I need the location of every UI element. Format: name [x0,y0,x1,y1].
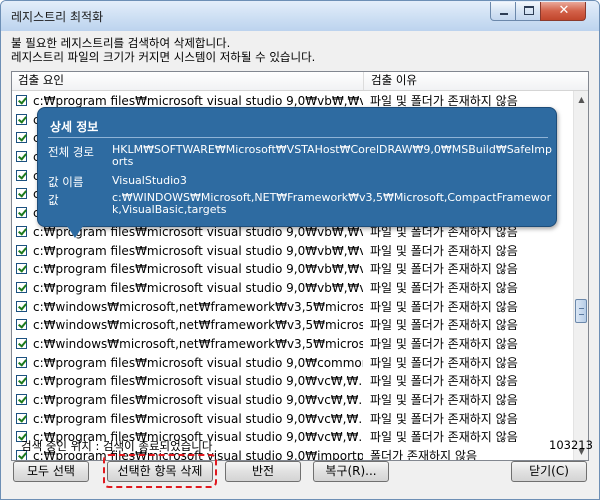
table-row[interactable]: c:₩windows₩microsoft,net₩framework₩v3,5₩… [12,335,573,354]
row-checkbox[interactable] [16,394,27,405]
tooltip-value-name: VisualStudio3 [112,174,187,187]
title-bar[interactable]: 레지스트리 최적화 ✕ [1,1,599,31]
invert-selection-button[interactable]: 반전 [225,461,301,482]
table-row[interactable]: c:₩program files₩microsoft visual studio… [12,372,573,391]
row-checkbox[interactable] [16,225,27,237]
row-reason: 파일 및 폴더가 존재하지 않음 [370,299,518,314]
row-checkbox[interactable] [16,151,27,163]
row-reason: 파일 및 폴더가 존재하지 않음 [370,374,518,389]
tooltip-full-path-label: 전체 경로 [48,145,94,159]
row-checkbox[interactable] [16,375,27,387]
row-checkbox[interactable] [16,169,27,181]
row-checkbox[interactable] [16,281,27,293]
list-header: 검출 요인 검출 이유 [12,72,588,91]
row-reason: 파일 및 폴더가 존재하지 않음 [370,430,518,445]
close-button[interactable]: 닫기(C) [511,461,587,482]
row-detected-path: c:₩program files₩microsoft visual studio… [33,243,363,258]
tooltip-value: c:₩WINDOWS₩Microsoft,NET₩Framework₩v3,5₩… [112,191,552,216]
scroll-up-arrow-icon[interactable]: ▲ [574,91,588,108]
tooltip-pointer [67,226,83,238]
table-row[interactable]: c:₩windows₩microsoft,net₩framework₩v3,5₩… [12,298,573,317]
table-row[interactable]: c:₩program files₩microsoft visual studio… [12,260,573,279]
row-checkbox[interactable] [16,300,27,312]
table-row[interactable]: c:₩windows₩microsoft,net₩framework₩v3,5₩… [12,316,573,335]
details-tooltip: 상세 정보 전체 경로 HKLM₩SOFTWARE₩Microsoft₩VSTA… [37,107,557,227]
tooltip-title: 상세 정보 [50,120,99,134]
row-reason: 파일 및 폴더가 존재하지 않음 [370,393,518,407]
row-reason: 파일 및 폴더가 존재하지 않음 [370,355,518,370]
table-row[interactable]: c:₩program files₩microsoft visual studio… [12,391,573,410]
description-line-2: 레지스트리 파일의 크기가 커지면 시스템이 저하될 수 있습니다. [11,50,316,64]
row-checkbox[interactable] [16,95,27,106]
row-detected-path: c:₩program files₩microsoft visual studio… [33,374,363,389]
dialog-body: 불 필요한 레지스트리를 검색하여 삭제합니다. 레지스트리 파일의 크기가 커… [7,31,593,493]
row-reason: 폴더가 존재하지 않음 [370,449,477,461]
maximize-icon [524,6,534,15]
row-checkbox[interactable] [16,412,27,424]
select-all-button[interactable]: 모두 선택 [13,461,89,482]
row-detected-path: c:₩program files₩microsoft visual studio… [33,280,363,295]
row-reason: 파일 및 폴더가 존재하지 않음 [370,243,518,258]
row-detected-path: c:₩program files₩microsoft visual studio… [33,355,363,370]
search-status-text: 검색 중인 위치 : 검색이 종료되었습니다 [21,439,213,453]
close-icon: ✕ [558,3,570,18]
description-line-1: 불 필요한 레지스트리를 검색하여 삭제합니다. [11,36,231,50]
row-checkbox[interactable] [16,132,27,144]
highlight-annotation [103,454,217,488]
row-checkbox[interactable] [16,207,27,219]
row-reason: 파일 및 폴더가 존재하지 않음 [370,318,518,333]
row-checkbox[interactable] [16,188,27,200]
row-reason: 파일 및 폴더가 존재하지 않음 [370,336,518,351]
table-row[interactable]: c:₩program files₩microsoft visual studio… [12,279,573,298]
row-reason: 파일 및 폴더가 존재하지 않음 [370,411,518,426]
row-checkbox[interactable] [16,319,27,331]
table-row[interactable]: c:₩program files₩microsoft visual studio… [12,354,573,373]
tooltip-divider [48,137,548,138]
row-checkbox[interactable] [16,356,27,368]
row-checkbox[interactable] [16,113,27,125]
description-text: 불 필요한 레지스트리를 검색하여 삭제합니다. 레지스트리 파일의 크기가 커… [11,36,315,64]
result-count: 103213 [549,438,593,452]
row-detected-path: c:₩windows₩microsoft,net₩framework₩v3,5₩… [33,299,363,314]
close-window-button[interactable]: ✕ [540,2,586,21]
row-checkbox[interactable] [16,244,27,256]
row-detected-path: c:₩program files₩microsoft visual studio… [33,393,363,407]
tooltip-full-path-value: HKLM₩SOFTWARE₩Microsoft₩VSTAHost₩CorelDR… [112,143,552,168]
maximize-button[interactable] [515,2,541,21]
row-checkbox[interactable] [16,263,27,275]
registry-optimizer-window: 레지스트리 최적화 ✕ 불 필요한 레지스트리를 검색하여 삭제합니다. 레지스… [0,0,600,500]
tooltip-value-name-label: 값 이름 [48,175,84,189]
row-detected-path: c:₩program files₩microsoft visual studio… [33,262,363,277]
vertical-scrollbar[interactable]: ▲ ▼ [573,91,588,460]
row-detected-path: c:₩windows₩microsoft,net₩framework₩v3,5₩… [33,318,363,333]
tooltip-value-label: 값 [48,193,59,207]
table-row[interactable]: c:₩program files₩microsoft visual studio… [12,410,573,429]
column-header-detected-item[interactable]: 검출 요인 [12,72,364,90]
row-reason: 파일 및 폴더가 존재하지 않음 [370,280,518,295]
column-header-reason[interactable]: 검출 이유 [365,72,581,90]
row-detected-path: c:₩program files₩microsoft visual studio… [33,411,363,426]
restore-button[interactable]: 복구(R)... [313,461,389,482]
table-row[interactable]: c:₩program files₩microsoft visual studio… [12,242,573,261]
minimize-icon [500,13,508,15]
row-checkbox[interactable] [16,337,27,349]
window-title: 레지스트리 최적화 [11,10,104,24]
row-reason: 파일 및 폴더가 존재하지 않음 [370,262,518,277]
minimize-button[interactable] [490,2,516,21]
scroll-thumb[interactable] [575,299,587,323]
row-detected-path: c:₩windows₩microsoft,net₩framework₩v3,5₩… [33,336,363,351]
